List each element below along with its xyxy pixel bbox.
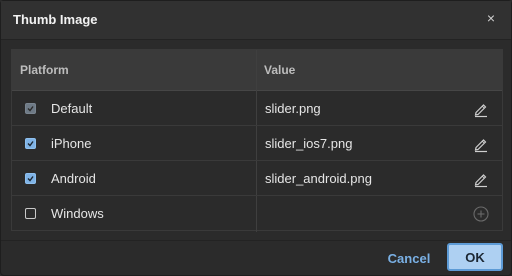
column-header-value: Value xyxy=(264,63,296,77)
edit-pencil-icon[interactable] xyxy=(472,100,490,118)
table-row-windows: Windows xyxy=(12,196,502,231)
table-header: Platform Value xyxy=(12,50,502,91)
thumb-image-dialog: Thumb Image × Platform Value Default sli… xyxy=(0,0,512,276)
dialog-title: Thumb Image xyxy=(13,12,98,27)
platform-name: Windows xyxy=(51,206,104,221)
iphone-checkbox[interactable] xyxy=(25,138,36,149)
edit-pencil-icon[interactable] xyxy=(472,170,490,188)
windows-checkbox[interactable] xyxy=(25,208,36,219)
default-checkbox[interactable] xyxy=(25,103,36,114)
value-text: slider.png xyxy=(265,101,321,116)
value-text: slider_android.png xyxy=(265,171,372,186)
footer-separator xyxy=(1,240,511,241)
android-checkbox[interactable] xyxy=(25,173,36,184)
table-row-iphone: iPhone slider_ios7.png xyxy=(12,126,502,161)
column-header-platform: Platform xyxy=(20,63,69,77)
platform-name: iPhone xyxy=(51,136,92,151)
table-row-default: Default slider.png xyxy=(12,91,502,126)
table-row-android: Android slider_android.png xyxy=(12,161,502,196)
platform-name: Default xyxy=(51,101,93,116)
cancel-button[interactable]: Cancel xyxy=(381,245,437,271)
platform-name: Android xyxy=(51,171,96,186)
close-icon[interactable]: × xyxy=(483,10,499,26)
add-circle-icon[interactable] xyxy=(472,205,490,223)
ok-button[interactable]: OK xyxy=(447,243,503,271)
checkmark-icon xyxy=(27,106,34,112)
dialog-titlebar: Thumb Image × xyxy=(1,1,511,40)
edit-pencil-icon[interactable] xyxy=(472,135,490,153)
value-text: slider_ios7.png xyxy=(265,136,353,151)
checkmark-icon xyxy=(27,141,34,147)
checkmark-icon xyxy=(27,176,34,182)
platform-value-table: Platform Value Default slider.png iPhone… xyxy=(11,49,503,232)
